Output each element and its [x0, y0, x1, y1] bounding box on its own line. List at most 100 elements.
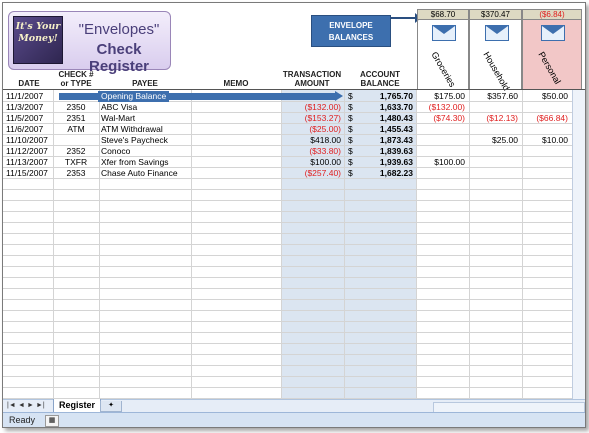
cell-payee[interactable]: ABC Visa [101, 102, 189, 113]
grid-row-line [3, 222, 585, 223]
cell-groceries[interactable]: $175.00 [417, 91, 465, 102]
header-amount-line2: AMOUNT [294, 79, 330, 88]
envelope-header-groceries[interactable]: Groceries [417, 20, 469, 90]
grid-row-line [3, 343, 585, 344]
cell-date[interactable]: 11/6/2007 [6, 124, 52, 135]
logo: It's Your Money! "Envelopes" Check Regis… [8, 11, 171, 75]
opening-balance-arrow-head-icon [335, 91, 343, 101]
cell-amount[interactable]: ($257.40) [281, 168, 341, 179]
cell-date[interactable]: 11/10/2007 [6, 135, 52, 146]
cell-amount[interactable]: ($132.00) [281, 102, 341, 113]
cell-payee[interactable]: Steve's Paycheck [101, 135, 189, 146]
envelope-balance-groceries: $68.70 [417, 9, 469, 20]
cell-date[interactable]: 11/5/2007 [6, 113, 52, 124]
envelope-name-household: Household [481, 50, 512, 93]
cell-balance[interactable]: 1,839.63 [353, 146, 413, 157]
first-sheet-icon[interactable]: |◄ [7, 402, 16, 409]
status-bar: Ready ▦ [3, 412, 585, 427]
grid-row-line [3, 189, 585, 190]
cell-amount[interactable]: ($153.27) [281, 113, 341, 124]
cell-payee[interactable]: Chase Auto Finance [101, 168, 189, 179]
grid-row-line [3, 387, 585, 388]
grid-row-line [3, 321, 585, 322]
header-divider [3, 89, 585, 90]
grid-row-line [3, 211, 585, 212]
prev-sheet-icon[interactable]: ◄ [18, 402, 25, 409]
envelope-balances-callout: ENVELOPE BALANCES [311, 15, 391, 47]
cell-household[interactable]: $25.00 [469, 135, 518, 146]
tab-register[interactable]: Register [53, 399, 101, 413]
envelope-balance-household: $370.47 [469, 9, 522, 20]
cell-balance[interactable]: 1,873.43 [353, 135, 413, 146]
grid-column-line [53, 90, 54, 412]
envelope-icon [432, 25, 456, 41]
cell-personal[interactable]: ($66.84) [522, 113, 568, 124]
grid-row-line [3, 354, 585, 355]
header-balance-line2: BALANCE [360, 79, 400, 88]
cell-payee[interactable]: Xfer from Savings [101, 157, 189, 168]
next-sheet-icon[interactable]: ► [27, 402, 34, 409]
grid-row-line [3, 310, 585, 311]
cell-payee[interactable]: ATM Withdrawal [101, 124, 189, 135]
cell-groceries[interactable]: ($74.30) [417, 113, 465, 124]
envelope-name-personal: Personal [536, 50, 563, 86]
envelope-balance-personal: ($6.84) [522, 9, 582, 20]
grid-row-line [3, 288, 585, 289]
header-payee: PAYEE [132, 79, 158, 88]
cell-personal[interactable]: $50.00 [522, 91, 568, 102]
cell-payee[interactable]: Opening Balance [98, 91, 170, 102]
cell-amount[interactable]: $418.00 [281, 135, 341, 146]
cell-check[interactable]: 2350 [53, 102, 99, 113]
insert-sheet-icon[interactable]: ✦ [100, 401, 122, 412]
envelope-header-household[interactable]: Household [469, 20, 522, 93]
cell-personal[interactable]: $10.00 [522, 135, 568, 146]
envelope-icon [485, 25, 509, 41]
cell-balance[interactable]: 1,682.23 [353, 168, 413, 179]
cell-household[interactable]: ($12.13) [469, 113, 518, 124]
envelope-header-personal[interactable]: Personal [522, 20, 582, 90]
grid-row-line [3, 233, 585, 234]
cell-balance[interactable]: 1,455.43 [353, 124, 413, 135]
header-check-line1: CHECK # [58, 70, 94, 79]
macro-record-icon[interactable]: ▦ [45, 415, 59, 427]
grid-column-line [344, 90, 345, 412]
header-balance-line1: ACCOUNT [360, 70, 400, 79]
grid-row-line [3, 299, 585, 300]
cell-balance[interactable]: 1,480.43 [353, 113, 413, 124]
grid-row-line [3, 332, 585, 333]
grid-column-line [99, 90, 100, 412]
envelope-icon [541, 25, 565, 41]
cell-check[interactable]: TXFR [53, 157, 99, 168]
cell-balance[interactable]: 1,939.63 [353, 157, 413, 168]
grid-column-line [416, 90, 417, 412]
cell-amount[interactable]: ($25.00) [281, 124, 341, 135]
cell-date[interactable]: 11/13/2007 [6, 157, 52, 168]
logo-title-line1: "Envelopes" [78, 21, 160, 38]
cell-balance[interactable]: 1,633.70 [353, 102, 413, 113]
status-text: Ready [9, 415, 36, 425]
cell-balance[interactable]: 1,765.70 [353, 91, 413, 102]
cell-payee[interactable]: Conoco [101, 146, 189, 157]
cell-date[interactable]: 11/1/2007 [6, 91, 52, 102]
cell-groceries[interactable]: $100.00 [417, 157, 465, 168]
cell-date[interactable]: 11/12/2007 [6, 146, 52, 157]
cell-amount[interactable]: $100.00 [281, 157, 341, 168]
cell-household[interactable]: $357.60 [469, 91, 518, 102]
cell-check[interactable]: ATM [53, 124, 99, 135]
grid-row-line [3, 200, 585, 201]
cell-check[interactable]: 2352 [53, 146, 99, 157]
last-sheet-icon[interactable]: ►| [36, 402, 45, 409]
cell-check[interactable]: 2353 [53, 168, 99, 179]
grid-column-line [191, 90, 192, 412]
cell-groceries[interactable]: ($132.00) [417, 102, 465, 113]
cell-date[interactable]: 11/15/2007 [6, 168, 52, 179]
logo-badge: It's Your Money! [13, 16, 63, 64]
header-check-line2: or TYPE [60, 79, 92, 88]
cell-date[interactable]: 11/3/2007 [6, 102, 52, 113]
vertical-scrollbar[interactable] [572, 90, 585, 399]
cell-check[interactable]: 2351 [53, 113, 99, 124]
sheet-tab-strip: |◄ ◄ ► ►| Register ✦ [3, 399, 585, 413]
cell-amount[interactable]: ($33.80) [281, 146, 341, 157]
cell-payee[interactable]: Wal-Mart [101, 113, 189, 124]
header-amount-line1: TRANSACTION [282, 70, 342, 79]
